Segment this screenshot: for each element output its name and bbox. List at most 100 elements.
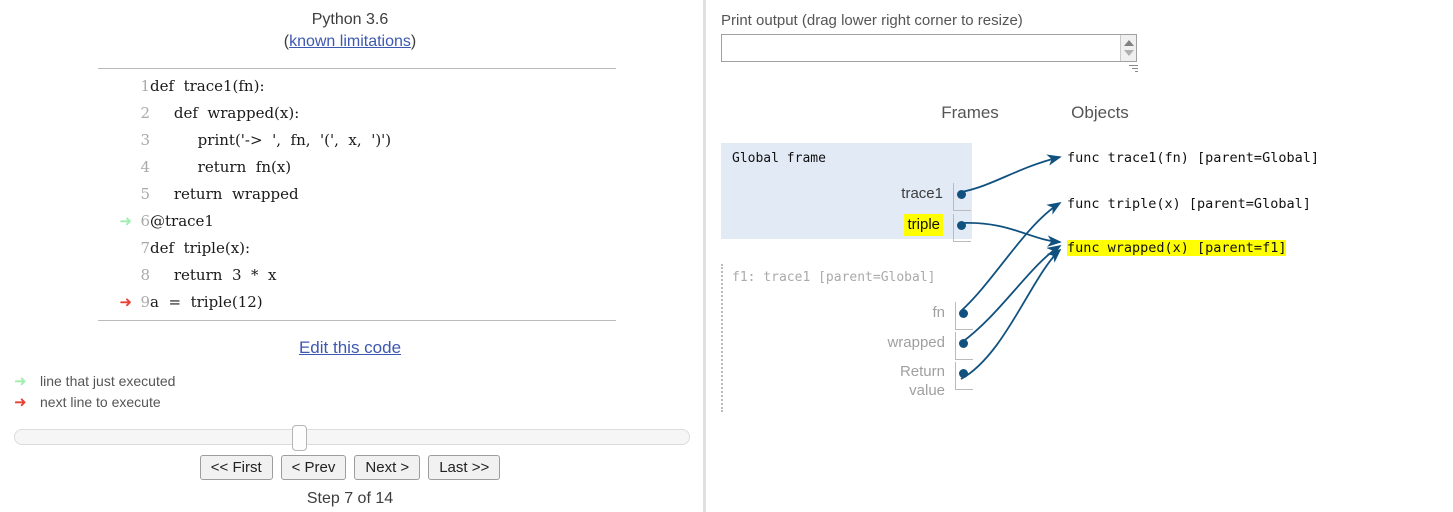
legend-row-green: ➜ line that just executed [14, 371, 175, 392]
known-limitations-line: (known limitations) [0, 32, 700, 52]
frame-title: f1: trace1 [parent=Global] [732, 270, 936, 285]
heap-object-wrapped[interactable]: func wrapped(x) [parent=f1] [1067, 240, 1287, 256]
known-limitations-link[interactable]: known limitations [289, 33, 411, 50]
pointer-dot-icon [959, 339, 968, 348]
just-executed-arrow-icon: ➜ [119, 213, 132, 230]
paren-close: ) [410, 33, 417, 50]
frame-var-wrapped: wrapped [887, 332, 973, 362]
gutter-spacer [98, 154, 132, 181]
step-controls: << First < Prev Next > Last >> [0, 455, 700, 480]
code-line-row: 7 def triple(x): [98, 235, 391, 262]
code-line-number: 6 [140, 212, 150, 230]
code-line-text[interactable]: return 3 * x [150, 262, 391, 289]
legend-label: next line to execute [40, 394, 161, 410]
code-line-number: 7 [140, 239, 150, 257]
visualization-pane: Print output (drag lower right corner to… [710, 0, 1453, 512]
frames-header: Frames [941, 103, 999, 122]
code-line-row: 3 print('-> ', fn, '(', x, ')') [98, 127, 391, 154]
execution-legend: ➜ line that just executed ➜ next line to ex… [14, 371, 175, 413]
scroll-down-arrow-icon[interactable] [1124, 50, 1134, 56]
edit-code-container: Edit this code [0, 338, 700, 358]
gutter-spacer [98, 73, 132, 100]
gutter-spacer [98, 262, 132, 289]
variable-name: wrapped [887, 334, 945, 351]
next-line-arrow-icon: ➜ [119, 294, 132, 311]
code-line-row: ➜ 6 @trace1 [98, 208, 391, 235]
gutter-spacer [98, 181, 132, 208]
code-line-row: 4 return fn(x) [98, 154, 391, 181]
frame-var-return-value: Return value [893, 362, 973, 399]
code-line-text[interactable]: def triple(x): [150, 235, 391, 262]
heap-object-triple[interactable]: func triple(x) [parent=Global] [1067, 196, 1311, 212]
python-tutor-visualizer: Python 3.6 (known limitations) 1 def trac… [0, 0, 1453, 512]
variable-value-pointer[interactable] [953, 183, 971, 211]
gutter-spacer [98, 235, 132, 262]
variable-name: trace1 [901, 185, 943, 202]
step-status-label: Step 7 of 14 [306, 490, 394, 507]
gutter-spacer [98, 100, 132, 127]
code-line-text[interactable]: def wrapped(x): [150, 100, 391, 127]
frame-var-triple: triple [891, 214, 971, 244]
variable-name: fn [932, 304, 945, 321]
code-line-row: 1 def trace1(fn): [98, 73, 391, 100]
code-line-number: 9 [140, 293, 150, 311]
pointer-arrows [960, 154, 1062, 380]
resize-handle-icon[interactable] [1128, 64, 1138, 74]
next-button[interactable]: Next > [354, 455, 421, 480]
next-line-arrow-icon: ➜ [14, 394, 27, 411]
code-line-text[interactable]: a = triple(12) [150, 289, 391, 316]
frame-var-trace1: trace1 [891, 183, 971, 213]
heap-object-trace1[interactable]: func trace1(fn) [parent=Global] [1067, 150, 1319, 166]
code-line-row: 8 return 3 * x [98, 262, 391, 289]
frame-var-fn: fn [893, 302, 973, 332]
variable-value-pointer[interactable] [955, 332, 973, 360]
stack-frame-global: Global frame trace1 triple [721, 143, 972, 242]
variable-value-pointer[interactable] [955, 302, 973, 330]
code-line-number: 2 [140, 104, 150, 122]
pointer-dot-icon [959, 309, 968, 318]
stack-frame-f1: f1: trace1 [parent=Global] fn wrapped Re… [721, 264, 973, 412]
variable-value-pointer[interactable] [955, 362, 973, 390]
pointer-dot-icon [957, 190, 966, 199]
code-pane: Python 3.6 (known limitations) 1 def trac… [0, 0, 700, 512]
step-slider[interactable] [14, 425, 690, 451]
just-executed-arrow-icon: ➜ [14, 373, 27, 390]
frame-title: Global frame [732, 151, 826, 166]
last-button[interactable]: Last >> [428, 455, 501, 480]
code-line-number: 8 [140, 266, 150, 284]
pane-divider [703, 0, 706, 512]
print-output-box[interactable] [721, 34, 1137, 62]
code-bottom-rule [98, 320, 616, 321]
code-line-text[interactable]: print('-> ', fn, '(', x, ')') [150, 127, 391, 154]
code-line-number: 3 [140, 131, 150, 149]
step-slider-handle[interactable] [291, 425, 307, 451]
variable-name: Return value [899, 363, 945, 399]
code-line-text[interactable]: return fn(x) [150, 154, 391, 181]
legend-row-red: ➜ next line to execute [14, 392, 175, 413]
variable-value-pointer[interactable] [953, 214, 971, 242]
variable-name: triple [904, 214, 943, 236]
pointer-dot-icon [957, 221, 966, 230]
gutter-spacer [98, 127, 132, 154]
code-line-text[interactable]: @trace1 [150, 208, 391, 235]
code-line-number: 1 [140, 77, 150, 95]
code-line-row: ➜ 9 a = triple(12) [98, 289, 391, 316]
code-line-row: 5 return wrapped [98, 181, 391, 208]
print-output-scrollbar[interactable] [1120, 35, 1136, 61]
prev-button[interactable]: < Prev [280, 455, 347, 480]
pointer-dot-icon [959, 369, 968, 378]
objects-header: Objects [1071, 103, 1129, 122]
python-version-label: Python 3.6 [311, 11, 389, 28]
code-line-number: 4 [140, 158, 150, 176]
code-top-rule [98, 68, 616, 69]
first-button[interactable]: << First [199, 455, 273, 480]
print-output-label: Print output (drag lower right corner to… [721, 12, 1023, 29]
code-line-number: 5 [140, 185, 150, 203]
code-display: 1 def trace1(fn): 2 def wrapped(x): 3 print… [98, 68, 616, 316]
code-line-text[interactable]: return wrapped [150, 181, 391, 208]
scroll-up-arrow-icon[interactable] [1124, 40, 1134, 46]
legend-label: line that just executed [40, 373, 176, 389]
code-table: 1 def trace1(fn): 2 def wrapped(x): 3 print… [98, 73, 391, 316]
code-line-text[interactable]: def trace1(fn): [150, 73, 391, 100]
edit-this-code-link[interactable]: Edit this code [299, 338, 401, 357]
